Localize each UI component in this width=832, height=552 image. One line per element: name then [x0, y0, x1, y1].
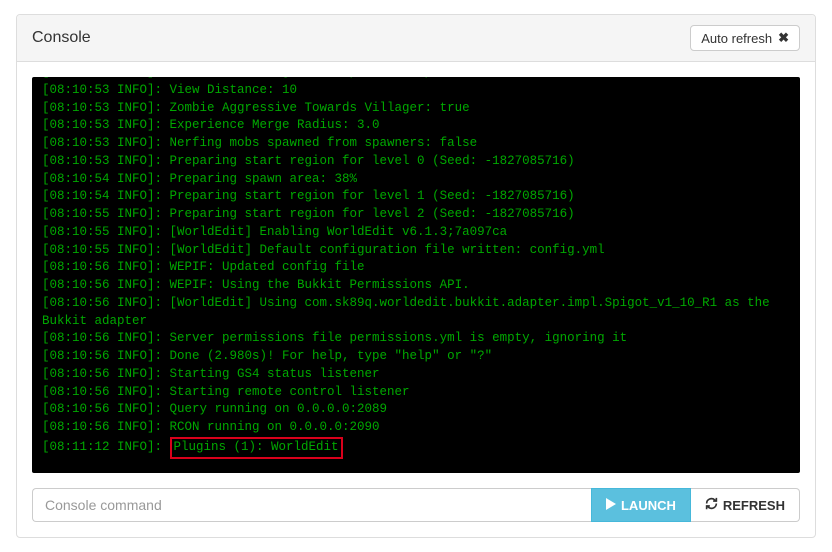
auto-refresh-button[interactable]: Auto refresh ✖ — [690, 25, 800, 51]
console-line: [08:10:53 INFO]: Preparing start region … — [42, 153, 790, 171]
console-line: [08:10:56 INFO]: Starting remote control… — [42, 384, 790, 402]
refresh-button[interactable]: REFRESH — [691, 488, 800, 522]
console-line: [08:10:55 INFO]: [WorldEdit] Default con… — [42, 242, 790, 260]
console-line: [08:10:55 INFO]: Preparing start region … — [42, 206, 790, 224]
launch-button[interactable]: LAUNCH — [591, 488, 691, 522]
highlighted-text: Plugins (1): WorldEdit — [170, 437, 343, 459]
console-line: [08:10:53 INFO]: View Distance: 10 — [42, 82, 790, 100]
console-line: [08:10:56 INFO]: RCON running on 0.0.0.0… — [42, 419, 790, 437]
console-line: [08:11:12 INFO]: Plugins (1): WorldEdit — [42, 437, 790, 459]
panel-header: Console Auto refresh ✖ — [17, 15, 815, 62]
console-line: [08:10:56 INFO]: Server permissions file… — [42, 330, 790, 348]
console-line: [08:10:56 INFO]: Starting GS4 status lis… — [42, 366, 790, 384]
console-line: [08:10:56 INFO]: [WorldEdit] Using com.s… — [42, 295, 790, 331]
console-line: [08:10:54 INFO]: Preparing start region … — [42, 188, 790, 206]
console-output[interactable]: [08:10:53 INFO]: Allow Zombie Pigmen to … — [32, 77, 800, 473]
console-wrap: [08:10:53 INFO]: Allow Zombie Pigmen to … — [32, 77, 800, 473]
refresh-label: REFRESH — [723, 498, 785, 513]
console-line: [08:10:56 INFO]: WEPIF: Updated config f… — [42, 259, 790, 277]
console-line: [08:10:56 INFO]: Query running on 0.0.0.… — [42, 401, 790, 419]
console-line: [08:10:54 INFO]: Preparing spawn area: 3… — [42, 171, 790, 189]
console-line: [08:10:53 INFO]: Zombie Aggressive Towar… — [42, 100, 790, 118]
close-icon: ✖ — [778, 30, 789, 46]
launch-label: LAUNCH — [621, 498, 676, 513]
console-line: [08:10:56 INFO]: Done (2.980s)! For help… — [42, 348, 790, 366]
refresh-icon — [705, 497, 718, 513]
panel-body: [08:10:53 INFO]: Allow Zombie Pigmen to … — [17, 62, 815, 537]
console-line: [08:10:55 INFO]: [WorldEdit] Enabling Wo… — [42, 224, 790, 242]
console-panel: Console Auto refresh ✖ [08:10:53 INFO]: … — [16, 14, 816, 538]
play-icon — [606, 498, 616, 513]
page-title: Console — [32, 29, 91, 47]
console-line: [08:10:53 INFO]: Experience Merge Radius… — [42, 117, 790, 135]
command-input[interactable] — [32, 488, 591, 522]
auto-refresh-label: Auto refresh — [701, 31, 772, 46]
command-row: LAUNCH REFRESH — [32, 488, 800, 522]
console-line: [08:10:56 INFO]: WEPIF: Using the Bukkit… — [42, 277, 790, 295]
console-line: [08:10:53 INFO]: Nerfing mobs spawned fr… — [42, 135, 790, 153]
